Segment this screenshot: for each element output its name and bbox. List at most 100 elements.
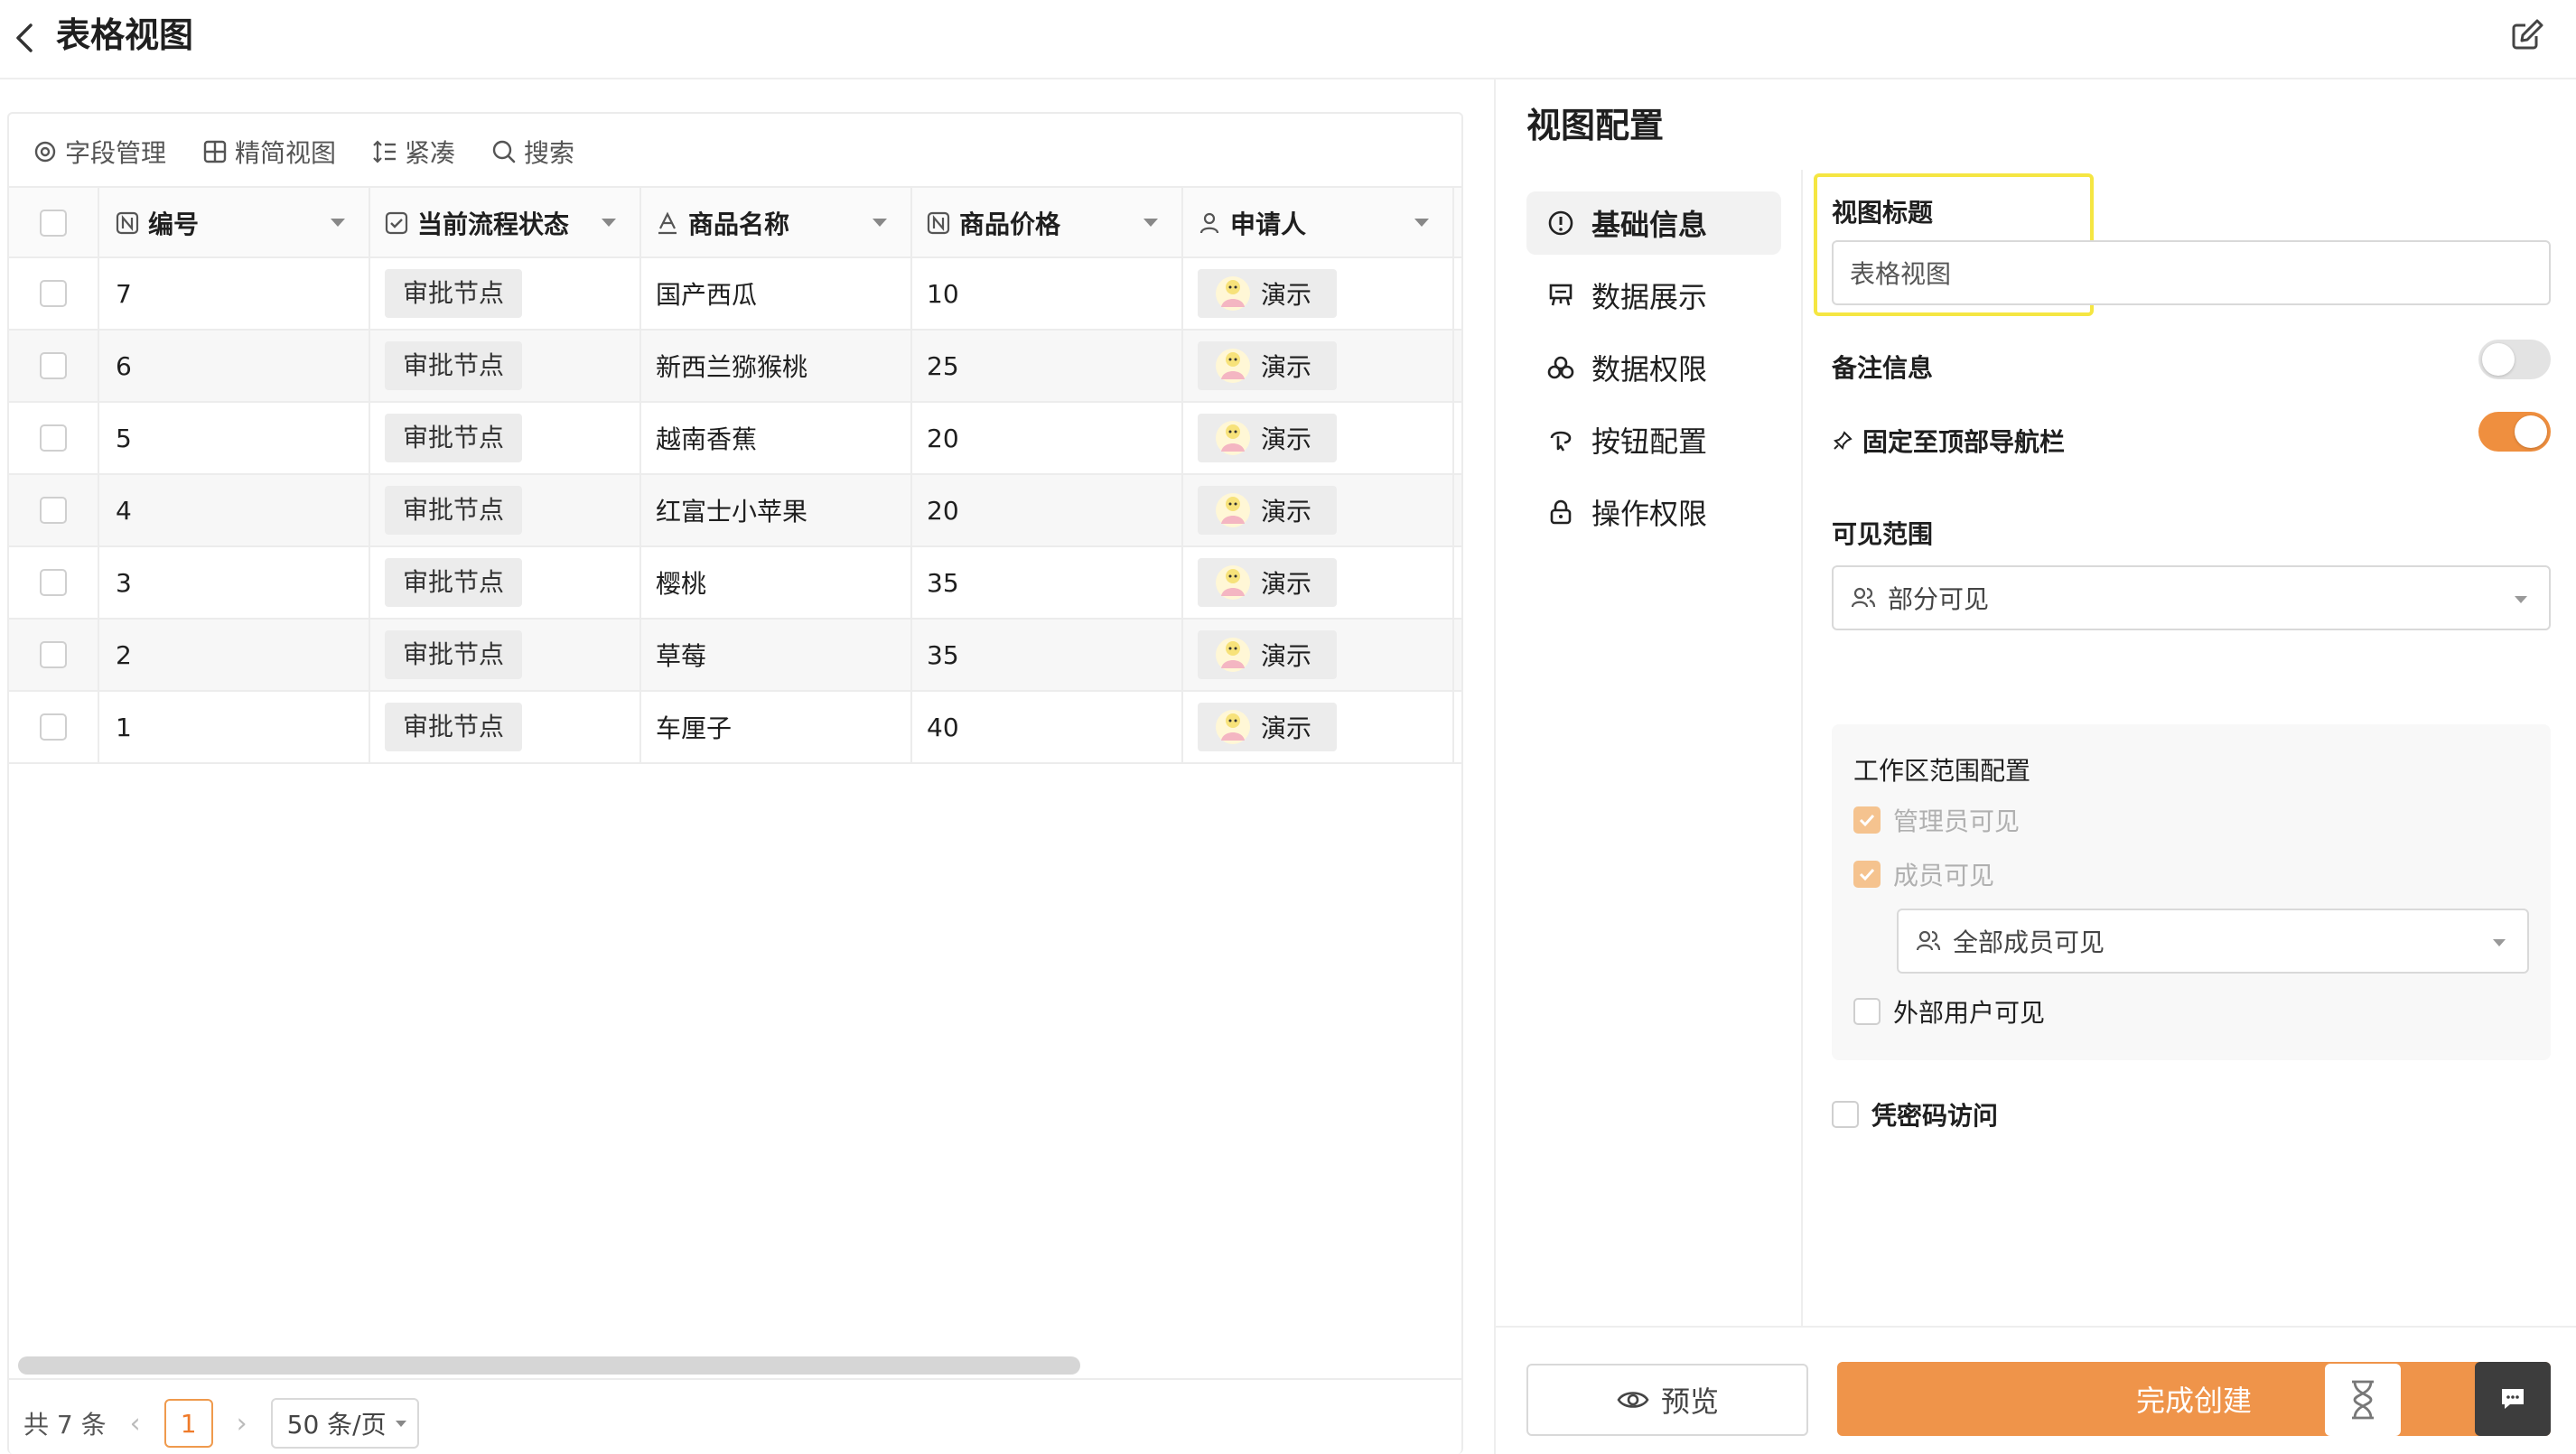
cell-status[interactable]: 审批节点 [370,547,641,618]
table-row[interactable]: 6 审批节点 新西兰猕猴桃 25 演示 [9,331,1461,403]
column-header-id[interactable]: 编号 [99,188,370,258]
search-button[interactable]: 搜索 [491,134,574,170]
page-size-select[interactable]: 50 条/页 [270,1398,419,1449]
edit-icon[interactable] [2509,16,2545,52]
pin-nav-text: 固定至顶部导航栏 [1862,427,2066,457]
row-checkbox[interactable] [40,497,67,524]
cell-status[interactable]: 审批节点 [370,692,641,762]
cell-name[interactable]: 越南香蕉 [641,403,912,473]
menu-item-operation-permission[interactable]: 操作权限 [1526,480,1781,544]
cell-id[interactable]: 6 [99,331,370,401]
cell-id[interactable]: 5 [99,403,370,473]
chevron-down-icon[interactable] [602,219,616,227]
field-management-button[interactable]: 字段管理 [33,134,166,170]
cell-id[interactable]: 4 [99,475,370,545]
row-checkbox[interactable] [40,352,67,379]
remark-toggle[interactable] [2478,340,2551,379]
current-page-button[interactable]: 1 [163,1399,213,1448]
menu-item-basic-info[interactable]: 基础信息 [1526,191,1781,255]
hourglass-button[interactable] [2325,1364,2401,1436]
chevron-down-icon[interactable] [873,219,887,227]
column-header-label: 商品名称 [688,210,790,239]
member-visible-checkbox[interactable] [1853,861,1881,888]
chevron-left-icon[interactable] [13,20,36,56]
next-page-icon[interactable]: › [237,1408,247,1440]
cell-status[interactable]: 审批节点 [370,258,641,329]
cell-name[interactable]: 红富士小苹果 [641,475,912,545]
scrollbar-thumb[interactable] [18,1356,1080,1375]
menu-item-button-config[interactable]: 按钮配置 [1526,408,1781,471]
cell-name[interactable]: 草莓 [641,620,912,690]
cell-price[interactable]: 35 [912,547,1183,618]
select-all-checkbox[interactable] [40,210,67,237]
member-visible-option[interactable]: 成员可见 [1853,856,1994,892]
password-access-checkbox[interactable] [1832,1101,1859,1128]
chat-button[interactable] [2475,1362,2551,1436]
cell-status[interactable]: 审批节点 [370,331,641,401]
column-header-label: 申请人 [1230,210,1307,239]
horizontal-scrollbar[interactable] [14,1355,1460,1375]
view-title-input[interactable] [1832,240,2551,305]
column-header-status[interactable]: 当前流程状态 [370,188,641,258]
cell-name[interactable]: 国产西瓜 [641,258,912,329]
menu-item-data-display[interactable]: 数据展示 [1526,264,1781,327]
row-checkbox[interactable] [40,569,67,596]
cell-price[interactable]: 25 [912,331,1183,401]
table-row[interactable]: 4 审批节点 红富士小苹果 20 演示 [9,475,1461,547]
complete-create-button[interactable]: 完成创建 [1837,1362,2551,1436]
cell-name[interactable]: 新西兰猕猴桃 [641,331,912,401]
cell-id[interactable]: 3 [99,547,370,618]
cell-overflow [1454,258,1461,329]
cell-applicant[interactable]: 演示 [1183,331,1454,401]
row-checkbox[interactable] [40,641,67,668]
cell-name[interactable]: 樱桃 [641,547,912,618]
pin-nav-toggle[interactable] [2478,412,2551,452]
external-visible-option[interactable]: 外部用户可见 [1853,993,2045,1030]
menu-item-data-permission[interactable]: 数据权限 [1526,336,1781,399]
prev-page-icon[interactable]: ‹ [130,1408,141,1440]
cell-id[interactable]: 2 [99,620,370,690]
password-access-option[interactable]: 凭密码访问 [1832,1096,1998,1132]
cell-applicant[interactable]: 演示 [1183,475,1454,545]
table-row[interactable]: 1 审批节点 车厘子 40 演示 [9,692,1461,764]
chevron-down-icon[interactable] [1143,219,1158,227]
simple-view-label: 精简视图 [235,138,337,168]
admin-visible-checkbox[interactable] [1853,806,1881,834]
cell-applicant[interactable]: 演示 [1183,547,1454,618]
table-panel: 字段管理 精简视图 紧凑 搜索 编号 当前流程状态 商品名称 商品价格 申请人 … [7,112,1463,1454]
table-row[interactable]: 5 审批节点 越南香蕉 20 演示 [9,403,1461,475]
table-row[interactable]: 3 审批节点 樱桃 35 演示 [9,547,1461,620]
compact-button[interactable]: 紧凑 [372,134,455,170]
column-header-name[interactable]: 商品名称 [641,188,912,258]
table-row[interactable]: 7 审批节点 国产西瓜 10 演示 [9,258,1461,331]
cell-price[interactable]: 35 [912,620,1183,690]
cell-status[interactable]: 审批节点 [370,620,641,690]
cell-name[interactable]: 车厘子 [641,692,912,762]
cell-applicant[interactable]: 演示 [1183,620,1454,690]
chevron-down-icon[interactable] [331,219,345,227]
external-visible-checkbox[interactable] [1853,998,1881,1025]
column-header-price[interactable]: 商品价格 [912,188,1183,258]
cell-applicant[interactable]: 演示 [1183,692,1454,762]
cell-applicant[interactable]: 演示 [1183,258,1454,329]
admin-visible-option[interactable]: 管理员可见 [1853,802,2020,838]
preview-button[interactable]: 预览 [1526,1364,1808,1436]
cell-status[interactable]: 审批节点 [370,403,641,473]
simple-view-button[interactable]: 精简视图 [202,134,336,170]
cell-price[interactable]: 10 [912,258,1183,329]
chevron-down-icon[interactable] [1414,219,1429,227]
cell-status[interactable]: 审批节点 [370,475,641,545]
visibility-select[interactable]: 部分可见 [1832,565,2551,630]
cell-id[interactable]: 1 [99,692,370,762]
row-checkbox[interactable] [40,713,67,741]
cell-price[interactable]: 40 [912,692,1183,762]
cell-price[interactable]: 20 [912,475,1183,545]
column-header-applicant[interactable]: 申请人 [1183,188,1454,258]
row-checkbox[interactable] [40,424,67,452]
member-scope-select[interactable]: 全部成员可见 [1897,909,2529,974]
cell-id[interactable]: 7 [99,258,370,329]
cell-applicant[interactable]: 演示 [1183,403,1454,473]
table-row[interactable]: 2 审批节点 草莓 35 演示 [9,620,1461,692]
row-checkbox[interactable] [40,280,67,307]
cell-price[interactable]: 20 [912,403,1183,473]
